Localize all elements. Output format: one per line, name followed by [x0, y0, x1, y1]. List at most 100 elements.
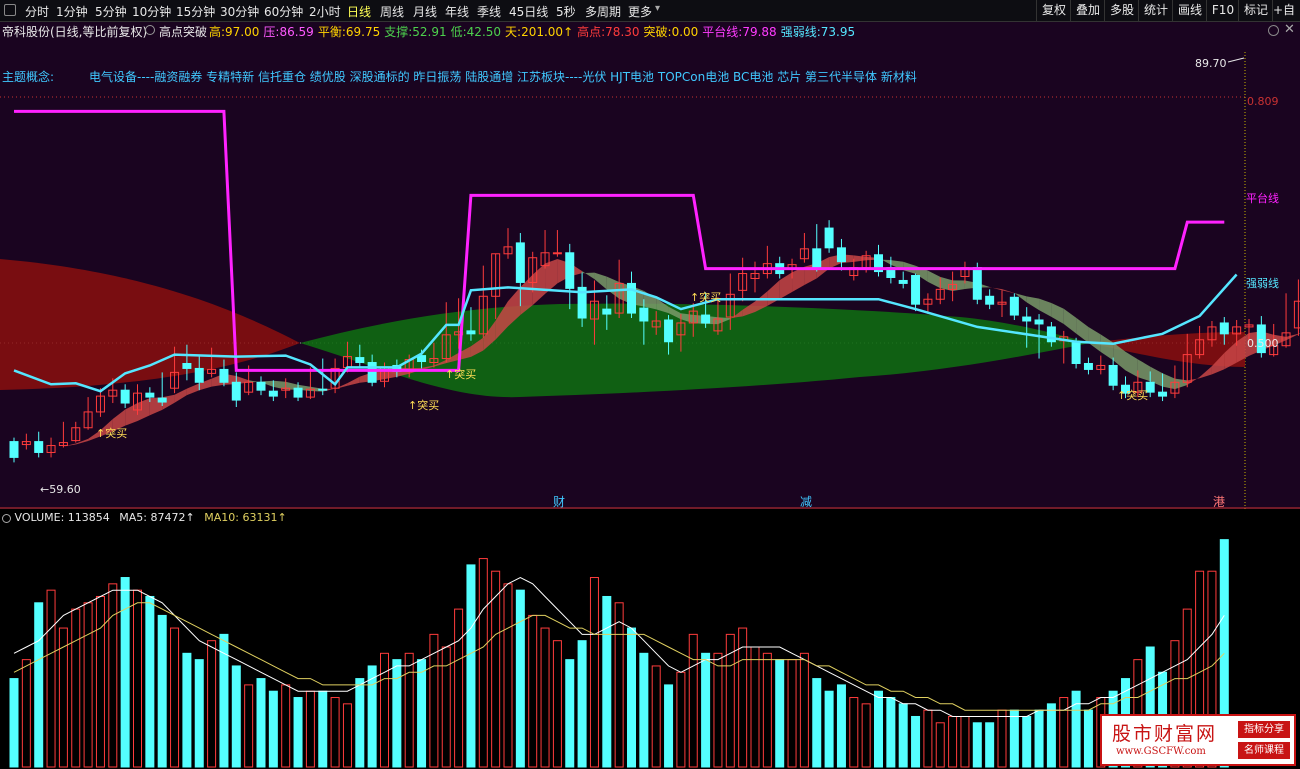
tab-period-14[interactable]: 5秒	[556, 3, 576, 20]
volume-bar	[108, 583, 118, 768]
tab-period-8[interactable]: 日线	[347, 3, 371, 20]
volume-bar	[392, 659, 402, 768]
close-icon[interactable]: ✕	[1284, 22, 1295, 37]
chart-settings-icon[interactable]	[1268, 25, 1279, 36]
toolbar-button-4[interactable]: 画线	[1172, 0, 1207, 21]
toolbar-button-5[interactable]: F10	[1206, 0, 1239, 21]
candle-body	[1009, 296, 1019, 316]
indicator-value-5: 天:201.00↑	[505, 25, 574, 39]
ribbon-segment	[1088, 327, 1101, 353]
candle-body	[1071, 342, 1081, 364]
tab-period-7[interactable]: 2小时	[309, 3, 341, 20]
volume-bar	[305, 690, 315, 768]
volume-bar	[170, 627, 180, 768]
event-marker-0: 财	[553, 495, 565, 509]
tab-period-13[interactable]: 45日线	[509, 3, 548, 20]
toolbar-button-3[interactable]: 统计	[1138, 0, 1173, 21]
volume-bar	[972, 722, 982, 768]
concept-text: 电气设备----融资融券 专精特新 信托重仓 绩优股 深股通标的 昨日振荡 陆股…	[89, 70, 917, 84]
indicator-value-0: 高:97.00	[209, 25, 260, 39]
volume-bar	[997, 709, 1007, 768]
ribbon-segment	[51, 446, 64, 448]
indicator-name[interactable]: 高点突破	[159, 23, 207, 40]
panel-toggle-icon[interactable]	[4, 4, 16, 16]
volume-bar	[21, 659, 31, 768]
volume-toggle-icon[interactable]	[2, 513, 11, 523]
ribbon-segment	[1100, 334, 1114, 361]
volume-bar	[404, 652, 414, 768]
tab-period-9[interactable]: 周线	[380, 3, 404, 20]
volume-bar	[318, 690, 328, 768]
volume-bar	[157, 614, 167, 768]
tab-period-10[interactable]: 月线	[413, 3, 437, 20]
tab-period-16[interactable]: 更多	[628, 3, 652, 20]
kline-panel[interactable]: 89.70 0.809 0.500 ←59.60 平台线 强弱线 ↑突买 ↑突买 ↑突买 ↑突买 ↑…	[0, 22, 1300, 509]
volume-value: 113854	[67, 511, 110, 524]
volume-bar	[664, 684, 674, 768]
volume-bar	[651, 665, 661, 768]
candle-body	[231, 381, 241, 401]
volume-bar	[799, 652, 809, 768]
ribbon-segment	[1137, 359, 1151, 382]
candle-body	[194, 367, 204, 383]
volume-bar	[874, 690, 883, 768]
tab-period-12[interactable]: 季线	[477, 3, 501, 20]
volume-bar	[9, 678, 19, 768]
toolbar-button-0[interactable]: 复权	[1036, 0, 1071, 21]
tab-period-15[interactable]: 多周期	[585, 3, 621, 20]
volume-bar	[281, 684, 291, 768]
toolbar-button-1[interactable]: 叠加	[1070, 0, 1105, 21]
volume-bar	[1083, 709, 1093, 768]
volume-bar	[701, 652, 711, 768]
tab-period-1[interactable]: 1分钟	[56, 3, 88, 20]
candle-body	[466, 330, 476, 335]
volume-bar	[367, 665, 377, 768]
candle-body	[256, 381, 266, 391]
candle-body	[639, 307, 649, 322]
ribbon-segment	[1187, 376, 1200, 385]
tab-period-6[interactable]: 60分钟	[264, 3, 303, 20]
volume-bar	[614, 602, 624, 768]
volume-bar	[182, 652, 192, 768]
add-watchlist-button[interactable]: +自选	[1272, 0, 1300, 21]
watermark-tag-share: 指标分享	[1238, 721, 1290, 738]
volume-bar	[1022, 715, 1032, 768]
tab-period-5[interactable]: 30分钟	[220, 3, 259, 20]
ribbon-segment	[1199, 366, 1212, 379]
volume-label: VOLUME:	[14, 511, 65, 524]
indicator-value-7: 突破:0.00	[643, 25, 699, 39]
indicator-settings-icon[interactable]	[145, 25, 155, 35]
volume-bar	[194, 659, 204, 768]
indicator-value-2: 平衡:69.75	[317, 25, 381, 39]
candle-body	[1219, 322, 1229, 335]
candle-body	[1293, 300, 1300, 329]
candle-body	[219, 368, 229, 383]
indicator-value-6: 高点:78.30	[577, 25, 640, 39]
tab-period-11[interactable]: 年线	[445, 3, 469, 20]
volume-bar	[923, 709, 933, 768]
ribbon-segment	[186, 383, 200, 396]
candle-body	[355, 357, 365, 364]
toolbar-button-2[interactable]: 多股	[1104, 0, 1139, 21]
toolbar-button-6[interactable]: 标记	[1238, 0, 1273, 21]
more-dropdown-icon[interactable]: ▾	[655, 3, 660, 14]
breakout-signal-0: ↑突买	[96, 426, 127, 440]
tab-period-0[interactable]: 分时	[25, 3, 49, 20]
candle-body	[34, 441, 44, 453]
volume-bar	[491, 570, 501, 768]
volume-bar	[898, 703, 908, 768]
volume-bar	[948, 715, 958, 768]
tab-period-4[interactable]: 15分钟	[176, 3, 215, 20]
ribbon-segment	[767, 280, 780, 306]
volume-bar	[293, 697, 303, 768]
candle-body	[602, 308, 612, 315]
volume-bar	[466, 564, 476, 768]
ribbon-segment	[582, 271, 595, 280]
tab-period-2[interactable]: 5分钟	[95, 3, 127, 20]
volume-bar	[1059, 697, 1069, 768]
tab-period-3[interactable]: 10分钟	[132, 3, 171, 20]
candle-body	[1083, 362, 1093, 370]
indicator-value-3: 支撑:52.91	[384, 25, 447, 39]
volume-bar	[577, 640, 587, 768]
ribbon-segment	[1002, 289, 1015, 294]
